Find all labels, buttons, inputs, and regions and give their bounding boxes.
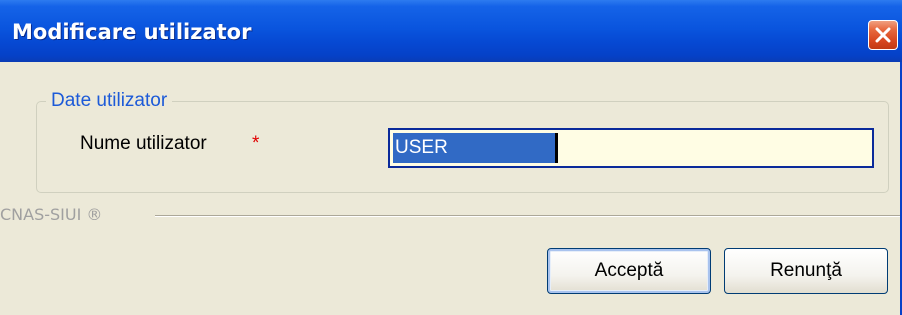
groupbox-legend: Date utilizator [46,90,173,112]
username-label: Nume utilizator [80,133,207,154]
close-icon [875,27,891,43]
dialog-window: Modificare utilizator Date utilizator Nu… [0,0,902,315]
window-title: Modificare utilizator [12,20,252,44]
required-marker: * [252,133,260,154]
footer-separator [155,215,900,217]
cancel-button[interactable]: Renunţă [724,248,888,294]
dialog-body: Date utilizator Nume utilizator * USER C… [0,62,900,315]
brand-label: CNAS-SIUI ® [0,205,103,224]
username-input-value: USER [393,133,558,163]
accept-button[interactable]: Acceptă [547,248,711,294]
username-input[interactable]: USER [388,128,874,168]
close-button[interactable] [868,20,898,50]
title-bar[interactable]: Modificare utilizator [0,0,902,62]
